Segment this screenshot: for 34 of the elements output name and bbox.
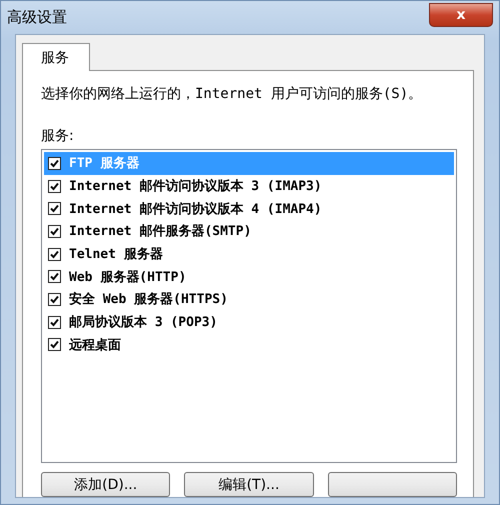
service-label: 远程桌面 <box>69 336 121 354</box>
service-item[interactable]: Internet 邮件访问协议版本 4 (IMAP4) <box>44 197 454 220</box>
service-label: Internet 邮件访问协议版本 3 (IMAP3) <box>69 178 322 196</box>
checkbox[interactable] <box>48 202 61 216</box>
service-item[interactable]: 安全 Web 服务器(HTTPS) <box>44 288 454 311</box>
list-label: 服务: <box>41 127 75 145</box>
action-button[interactable]: 添加(D)... <box>41 472 170 497</box>
service-label: Web 服务器(HTTP) <box>69 268 186 286</box>
service-item[interactable]: Internet 邮件访问协议版本 3 (IMAP3) <box>44 174 454 198</box>
service-item[interactable]: 远程桌面 <box>44 334 454 356</box>
service-item[interactable]: Web 服务器(HTTP) <box>44 265 454 288</box>
window-title: 高级设置 <box>7 8 67 27</box>
checkbox[interactable] <box>48 292 61 306</box>
checkbox[interactable] <box>48 270 61 284</box>
service-item[interactable]: Telnet 服务器 <box>44 242 454 266</box>
service-label: FTP 服务器 <box>69 155 140 172</box>
description-text: 选择你的网络上运行的，Internet 用户可访问的服务(S)。 <box>41 85 424 103</box>
service-item[interactable]: Internet 邮件服务器(SMTP) <box>44 220 454 243</box>
service-label: Internet 邮件访问协议版本 4 (IMAP4) <box>69 200 322 218</box>
checkbox[interactable] <box>48 156 61 170</box>
checkbox[interactable] <box>48 180 61 193</box>
service-label: Internet 邮件服务器(SMTP) <box>69 223 252 240</box>
service-label: 安全 Web 服务器(HTTPS) <box>69 290 228 308</box>
service-label: 邮局协议版本 3 (POP3) <box>69 314 218 332</box>
action-button[interactable]: 编辑(T)... <box>184 472 314 497</box>
action-button[interactable] <box>328 472 457 497</box>
service-item[interactable]: 邮局协议版本 3 (POP3) <box>44 310 454 334</box>
checkbox[interactable] <box>48 224 61 238</box>
checkbox[interactable] <box>48 316 61 329</box>
close-button[interactable]: x <box>429 3 493 27</box>
service-label: Telnet 服务器 <box>69 246 163 264</box>
checkbox[interactable] <box>48 338 61 352</box>
checkbox[interactable] <box>48 248 61 261</box>
tab[interactable]: 服务 <box>22 43 90 71</box>
